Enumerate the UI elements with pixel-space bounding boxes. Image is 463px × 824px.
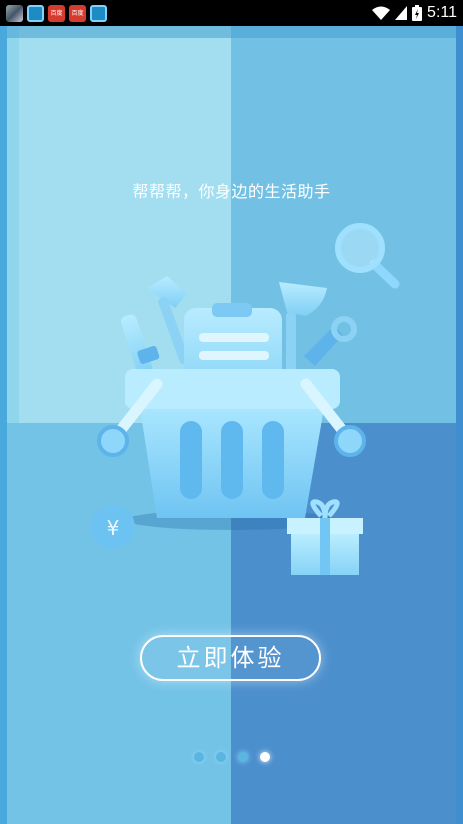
screen-edge-left	[0, 26, 7, 824]
clock: 5:11	[427, 4, 457, 21]
page-dot[interactable]	[237, 752, 248, 762]
notification-icons: 百度 百度	[0, 4, 107, 22]
app-red-icon: 百度	[48, 4, 65, 22]
page-dot[interactable]	[215, 752, 226, 762]
spatula-icon	[279, 282, 327, 382]
browser-icon	[27, 4, 44, 22]
page-dot-active[interactable]	[259, 752, 270, 762]
basket-illustration: ¥	[91, 223, 400, 575]
signal-icon	[395, 6, 408, 20]
page-indicator	[7, 752, 456, 762]
wifi-icon	[372, 6, 391, 20]
coin-symbol: ¥	[107, 516, 120, 540]
pliers-icon	[304, 316, 357, 366]
start-experience-button[interactable]: 立即体验	[140, 635, 321, 681]
status-bar: 百度 百度 5:11	[0, 0, 463, 26]
onboarding-page[interactable]: 帮帮帮，你身边的生活助手 ¥ 立即体验	[7, 26, 456, 824]
browser-icon	[90, 4, 107, 22]
app-red-icon: 百度	[69, 4, 86, 22]
page-dot[interactable]	[193, 752, 204, 762]
coin-icon: ¥	[91, 505, 135, 549]
screen-edge-right	[456, 26, 463, 824]
gallery-icon	[6, 4, 23, 22]
magnifier-icon	[335, 223, 400, 289]
battery-icon	[412, 5, 423, 21]
